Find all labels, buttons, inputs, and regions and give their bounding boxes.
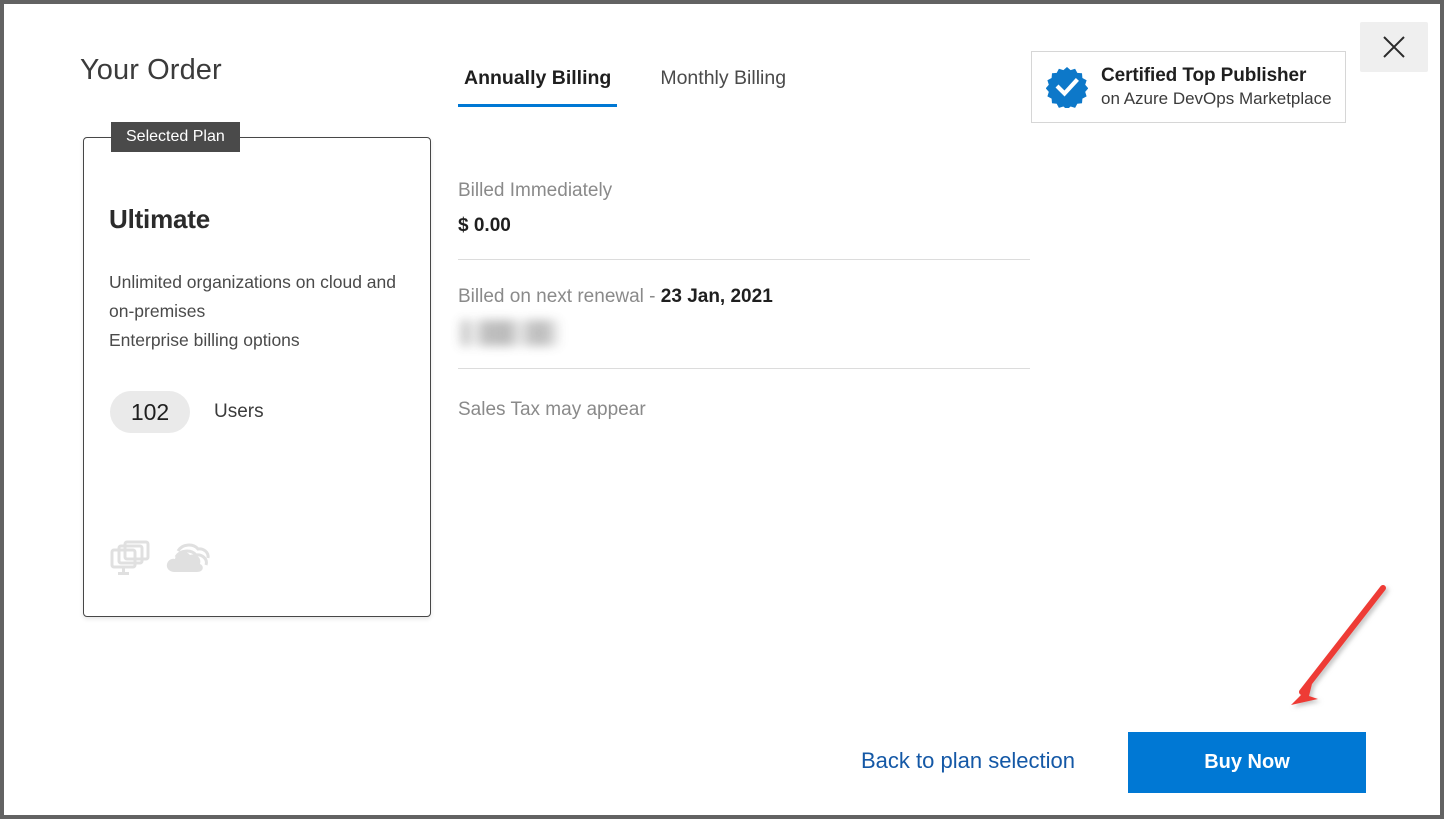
- renewal-label: Billed on next renewal - 23 Jan, 2021: [458, 286, 1030, 308]
- users-count-badge: 102: [110, 391, 190, 433]
- billed-immediately-label: Billed Immediately: [458, 180, 613, 201]
- red-annotation-arrow: [1291, 585, 1386, 705]
- publisher-badge-text: Certified Top Publisher on Azure DevOps …: [1101, 65, 1332, 109]
- users-label: Users: [214, 401, 264, 422]
- deployment-icons: [108, 539, 212, 579]
- order-dialog: Your Order Selected Plan Ultimate Unlimi…: [0, 0, 1444, 819]
- plan-description-line-1: Unlimited organizations on cloud and on-…: [109, 272, 396, 321]
- close-icon: [1381, 34, 1407, 60]
- plan-description-line-2: Enterprise billing options: [109, 330, 300, 350]
- renewal-label-text: Billed on next renewal -: [458, 286, 661, 307]
- billing-divider-1: [458, 259, 1030, 260]
- billing-divider-2: [458, 368, 1030, 369]
- buy-now-button[interactable]: Buy Now: [1128, 732, 1366, 793]
- plan-description: Unlimited organizations on cloud and on-…: [109, 268, 424, 355]
- publisher-badge-title: Certified Top Publisher: [1101, 65, 1307, 86]
- close-button[interactable]: [1360, 22, 1428, 72]
- on-premises-servers-icon: [108, 539, 152, 579]
- billing-tabs: Annually Billing Monthly Billing: [458, 66, 792, 107]
- cloud-icon: [164, 539, 212, 579]
- verified-badge-icon: [1046, 66, 1088, 108]
- selected-plan-tag: Selected Plan: [111, 122, 240, 152]
- back-to-plan-selection-link[interactable]: Back to plan selection: [861, 748, 1075, 774]
- page-title: Your Order: [80, 54, 222, 86]
- billing-summary: Billed Immediately $ 0.00 Billed on next…: [458, 180, 1030, 421]
- billed-immediately-amount: $ 0.00: [458, 215, 511, 236]
- publisher-badge-subtitle: on Azure DevOps Marketplace: [1101, 89, 1332, 108]
- users-quantity-row: 102 Users: [110, 391, 264, 433]
- renewal-amount-redacted: [458, 320, 562, 346]
- tab-annually-billing[interactable]: Annually Billing: [458, 66, 618, 107]
- certified-publisher-badge: Certified Top Publisher on Azure DevOps …: [1031, 51, 1346, 123]
- tab-monthly-billing[interactable]: Monthly Billing: [654, 66, 792, 107]
- sales-tax-note: Sales Tax may appear: [458, 399, 646, 420]
- plan-name: Ultimate: [109, 204, 210, 234]
- renewal-date: 23 Jan, 2021: [660, 286, 773, 307]
